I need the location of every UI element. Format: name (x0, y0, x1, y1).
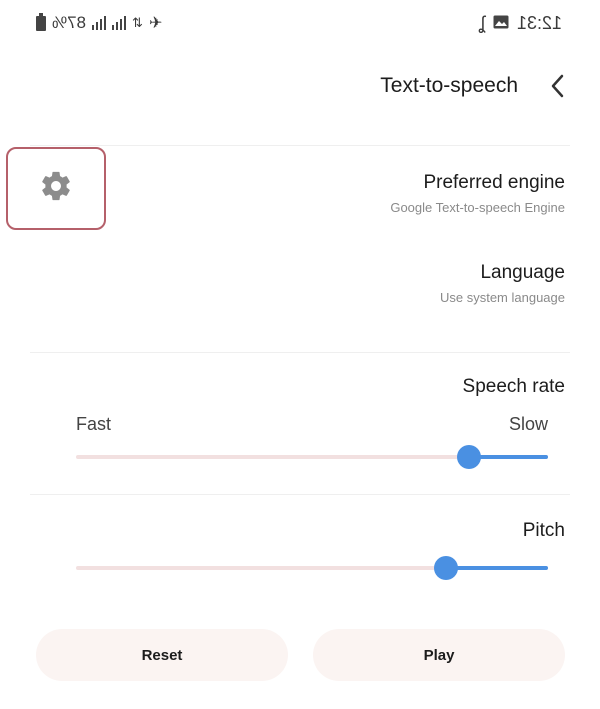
status-bar-right: ʆ 12:31 (479, 12, 562, 34)
data-arrows-icon: ⇅ (132, 15, 143, 30)
slider-thumb[interactable] (434, 556, 459, 580)
airplane-mode-icon: ✈ (148, 15, 163, 32)
language-subtitle: Use system language (439, 290, 565, 305)
language-row[interactable]: Language Use system language (0, 250, 600, 320)
signal-icon (92, 16, 107, 30)
language-title: Language (480, 262, 565, 283)
play-button-label: Play (423, 646, 455, 664)
play-button[interactable]: Play (313, 629, 565, 681)
battery-icon (36, 12, 46, 31)
reset-button[interactable]: Reset (36, 629, 288, 681)
slider-track-fill (446, 566, 548, 570)
speech-rate-max-label: Fast (76, 414, 112, 434)
preferred-engine-row[interactable]: Preferred engine Google Text-to-speech E… (130, 160, 600, 230)
speech-rate-slider[interactable] (76, 445, 548, 469)
speech-rate-min-label: Slow (508, 414, 548, 434)
image-icon (493, 13, 509, 34)
status-bar-left: 87% ⇅ ✈ (36, 12, 162, 34)
slider-thumb[interactable] (456, 445, 481, 469)
gear-icon (39, 169, 73, 208)
reset-button-label: Reset (141, 646, 183, 664)
preferred-engine-title: Preferred engine (423, 172, 565, 193)
notification-icon: ʆ (478, 12, 485, 33)
chevron-left-icon (550, 74, 564, 104)
divider (30, 352, 570, 353)
battery-percent: 87% (52, 13, 87, 32)
speech-rate-title: Speech rate (462, 376, 565, 397)
pitch-slider[interactable] (76, 556, 548, 580)
signal-icon-secondary (112, 16, 127, 30)
preferred-engine-subtitle: Google Text-to-speech Engine (390, 200, 565, 215)
page-title: Text-to-speech (380, 74, 518, 97)
engine-settings-button[interactable] (6, 147, 106, 230)
back-button[interactable] (550, 74, 564, 102)
divider (30, 494, 570, 495)
divider (30, 145, 570, 146)
clock: 12:31 (516, 12, 562, 33)
pitch-title: Pitch (522, 520, 565, 541)
